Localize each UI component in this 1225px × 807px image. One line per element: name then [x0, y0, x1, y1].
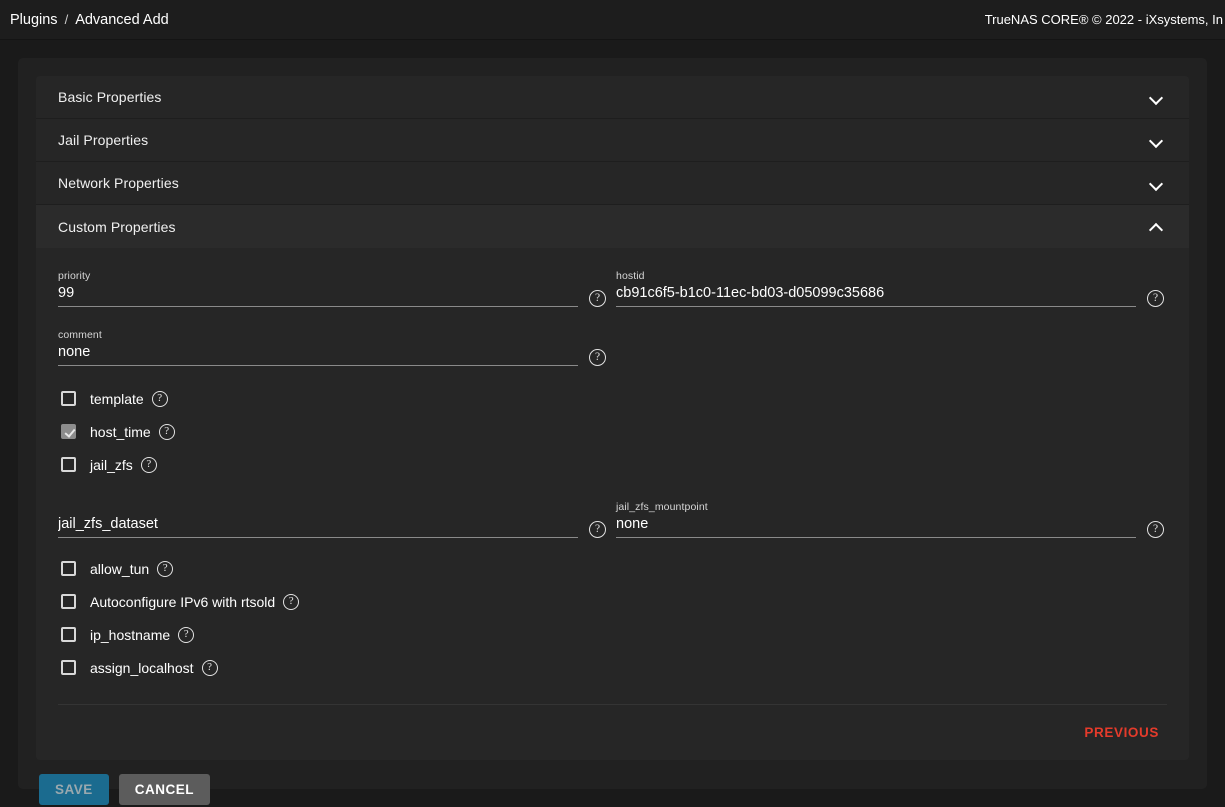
field-row-comment: comment ? [58, 315, 1167, 374]
jail-zfs-dataset-input[interactable] [58, 514, 578, 538]
jail-zfs-mountpoint-input[interactable] [616, 514, 1136, 538]
accordion-header-network-properties[interactable]: Network Properties [36, 162, 1189, 205]
accordion-header-basic-properties[interactable]: Basic Properties [36, 76, 1189, 119]
help-icon-jail-zfs[interactable]: ? [141, 457, 157, 473]
field-label-priority: priority [58, 270, 578, 282]
accordion-title-network-properties: Network Properties [58, 175, 179, 191]
save-button[interactable]: SAVE [39, 774, 109, 805]
accordion-header-jail-properties[interactable]: Jail Properties [36, 119, 1189, 162]
breadcrumb: Plugins / Advanced Add [10, 12, 169, 28]
accordion-header-custom-properties[interactable]: Custom Properties [36, 205, 1189, 248]
field-comment: comment ? [58, 315, 606, 374]
breadcrumb-current: Advanced Add [75, 12, 169, 28]
top-toolbar: Plugins / Advanced Add TrueNAS CORE® © 2… [0, 0, 1225, 40]
checkbox-row-ip-hostname[interactable]: ip_hostname ? [58, 618, 1167, 651]
checkbox-jail-zfs[interactable] [61, 457, 76, 472]
form-actions: SAVE CANCEL [36, 760, 1189, 805]
checkbox-row-autoconfigure-ipv6[interactable]: Autoconfigure IPv6 with rtsold ? [58, 585, 1167, 618]
help-icon-autoconfigure-ipv6[interactable]: ? [283, 594, 299, 610]
custom-properties-panel: priority ? hostid ? [36, 248, 1189, 705]
field-row-priority-hostid: priority ? hostid ? [58, 256, 1167, 315]
checkbox-label-autoconfigure-ipv6[interactable]: Autoconfigure IPv6 with rtsold [90, 594, 275, 610]
accordion-title-custom-properties: Custom Properties [58, 219, 176, 235]
checkbox-ip-hostname[interactable] [61, 627, 76, 642]
help-icon-jail-zfs-dataset[interactable]: ? [589, 521, 606, 538]
advanced-add-form-card: Basic Properties Jail Properties Network… [36, 76, 1189, 760]
field-label-comment: comment [58, 329, 578, 341]
accordion-title-jail-properties: Jail Properties [58, 132, 148, 148]
copyright-text: TrueNAS CORE® © 2022 - iXsystems, In [985, 12, 1223, 27]
breadcrumb-separator: / [65, 12, 69, 27]
help-icon-priority[interactable]: ? [589, 290, 606, 307]
field-priority: priority ? [58, 256, 606, 315]
field-hostid: hostid ? [616, 256, 1164, 315]
accordion-title-basic-properties: Basic Properties [58, 89, 162, 105]
checkbox-row-jail-zfs[interactable]: jail_zfs ? [58, 448, 1167, 481]
help-icon-comment[interactable]: ? [589, 349, 606, 366]
help-icon-assign-localhost[interactable]: ? [202, 660, 218, 676]
checkbox-row-template[interactable]: template ? [58, 382, 1167, 415]
chevron-down-icon[interactable] [1150, 177, 1163, 190]
page-container: Basic Properties Jail Properties Network… [0, 40, 1225, 807]
help-icon-jail-zfs-mountpoint[interactable]: ? [1147, 521, 1164, 538]
checkbox-label-allow-tun[interactable]: allow_tun [90, 561, 149, 577]
previous-button[interactable]: PREVIOUS [1076, 719, 1167, 746]
form-outer-panel: Basic Properties Jail Properties Network… [18, 58, 1207, 789]
help-icon-template[interactable]: ? [152, 391, 168, 407]
checkbox-template[interactable] [61, 391, 76, 406]
cancel-button[interactable]: CANCEL [119, 774, 210, 805]
chevron-down-icon[interactable] [1150, 134, 1163, 147]
priority-input[interactable] [58, 283, 578, 307]
help-icon-allow-tun[interactable]: ? [157, 561, 173, 577]
help-icon-host-time[interactable]: ? [159, 424, 175, 440]
chevron-up-icon[interactable] [1150, 220, 1163, 233]
help-icon-ip-hostname[interactable]: ? [178, 627, 194, 643]
field-label-jail-zfs-mountpoint: jail_zfs_mountpoint [616, 501, 1136, 513]
checkbox-row-assign-localhost[interactable]: assign_localhost ? [58, 651, 1167, 684]
checkbox-row-allow-tun[interactable]: allow_tun ? [58, 552, 1167, 585]
checkbox-allow-tun[interactable] [61, 561, 76, 576]
field-label-hostid: hostid [616, 270, 1136, 282]
hostid-input[interactable] [616, 283, 1136, 307]
checkbox-assign-localhost[interactable] [61, 660, 76, 675]
field-jail-zfs-dataset: ? [58, 487, 606, 546]
chevron-down-icon[interactable] [1150, 91, 1163, 104]
checkbox-label-jail-zfs[interactable]: jail_zfs [90, 457, 133, 473]
checkbox-label-host-time[interactable]: host_time [90, 424, 151, 440]
checkbox-host-time[interactable] [61, 424, 76, 439]
checkbox-label-template[interactable]: template [90, 391, 144, 407]
checkbox-label-assign-localhost[interactable]: assign_localhost [90, 660, 194, 676]
checkbox-label-ip-hostname[interactable]: ip_hostname [90, 627, 170, 643]
comment-input[interactable] [58, 342, 578, 366]
field-row-jail-zfs: ? jail_zfs_mountpoint ? [58, 487, 1167, 546]
breadcrumb-root[interactable]: Plugins [10, 12, 58, 28]
checkbox-autoconfigure-ipv6[interactable] [61, 594, 76, 609]
field-jail-zfs-mountpoint: jail_zfs_mountpoint ? [616, 487, 1164, 546]
card-footer: PREVIOUS [36, 705, 1189, 760]
checkbox-row-host-time[interactable]: host_time ? [58, 415, 1167, 448]
help-icon-hostid[interactable]: ? [1147, 290, 1164, 307]
